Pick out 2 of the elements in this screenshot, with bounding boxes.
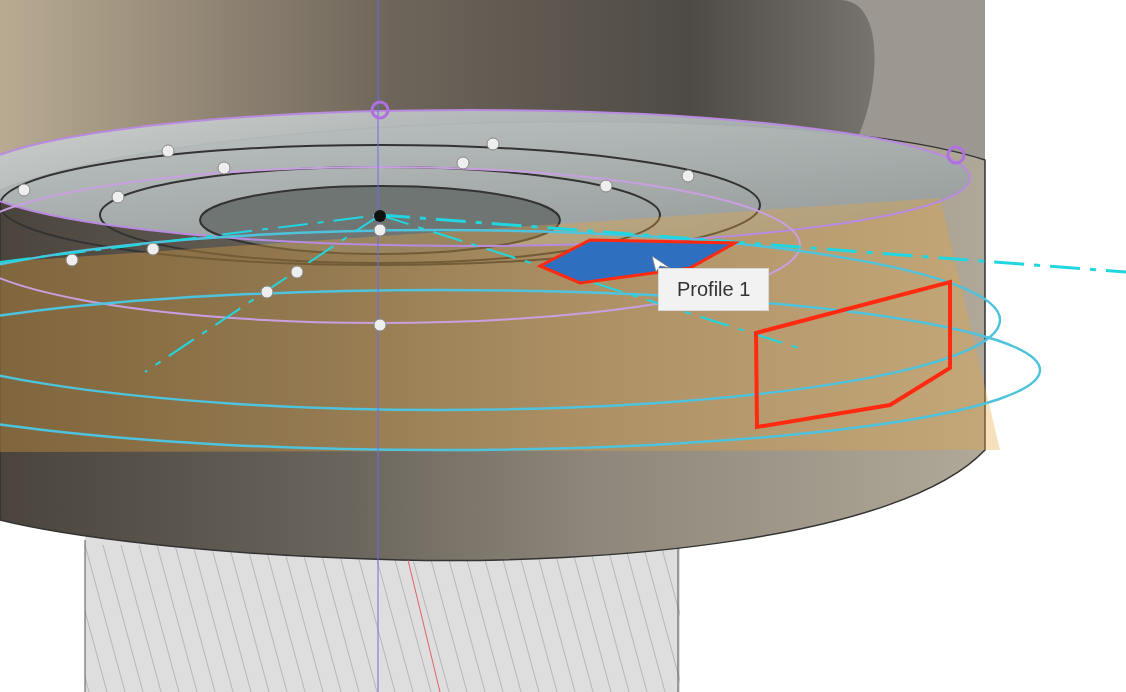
profile-tooltip: Profile 1 xyxy=(658,268,770,311)
pointer-icon xyxy=(652,256,670,272)
